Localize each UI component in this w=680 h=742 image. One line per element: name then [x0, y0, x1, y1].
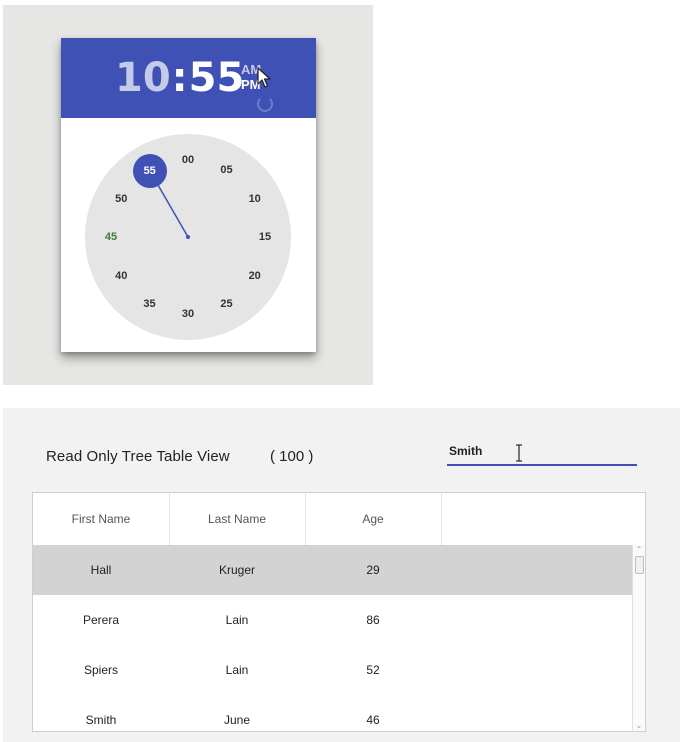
cell-first-name: Perera [82, 613, 120, 627]
table-header-row: First Name Last Name Age [33, 493, 645, 546]
time-picker-dialog: 10 : 55 AM PM 00 05 10 15 20 25 30 35 40… [61, 38, 316, 352]
dial-label-15[interactable]: 15 [252, 229, 278, 245]
scroll-up-arrow-icon[interactable]: ⌃ [633, 545, 645, 555]
text-cursor-icon [516, 444, 522, 462]
hours-display[interactable]: 10 [115, 55, 171, 101]
row-count: ( 100 ) [270, 448, 314, 465]
cell-first-name: Spiers [83, 663, 118, 677]
dial-label-05[interactable]: 05 [214, 162, 240, 178]
scrollbar-thumb[interactable] [635, 556, 644, 574]
cell-age: 86 [366, 613, 380, 627]
dial-label-50[interactable]: 50 [108, 191, 134, 207]
dial-label-55[interactable]: 55 [137, 163, 163, 179]
column-header-age[interactable]: Age [305, 493, 442, 545]
table-title: Read Only Tree Table View [46, 448, 230, 465]
dial-label-35[interactable]: 35 [137, 296, 163, 312]
time-picker-header: 10 : 55 AM PM [61, 38, 316, 118]
dial-label-30[interactable]: 30 [175, 306, 201, 322]
column-header-last-name[interactable]: Last Name [169, 493, 306, 545]
cell-first-name: Hall [90, 563, 112, 577]
cell-last-name: Lain [225, 613, 249, 627]
tree-table-panel: Read Only Tree Table View ( 100 ) First … [3, 408, 680, 742]
table-row[interactable]: Perera Lain 86 [33, 595, 633, 645]
dial-label-00[interactable]: 00 [175, 152, 201, 168]
cell-last-name: June [223, 713, 251, 727]
dial-label-20[interactable]: 20 [242, 268, 268, 284]
minutes-display[interactable]: 55 [189, 55, 245, 101]
cell-age: 52 [366, 663, 380, 677]
cell-first-name: Smith [85, 713, 117, 727]
time-separator: : [171, 55, 188, 101]
time-picker-panel: 10 : 55 AM PM 00 05 10 15 20 25 30 35 40… [3, 5, 373, 385]
table-row[interactable]: Spiers Lain 52 [33, 645, 633, 695]
tree-table: First Name Last Name Age Hall Kruger 29 … [32, 492, 646, 732]
cell-last-name: Kruger [218, 563, 256, 577]
dial-label-25[interactable]: 25 [214, 296, 240, 312]
scroll-down-arrow-icon[interactable]: ⌄ [633, 721, 645, 731]
table-row[interactable]: Hall Kruger 29 [33, 545, 633, 595]
cell-last-name: Lain [225, 663, 249, 677]
time-display: 10 : 55 [115, 55, 244, 101]
loading-spinner-icon [257, 96, 273, 112]
mouse-pointer-icon [257, 67, 271, 88]
cell-age: 46 [366, 713, 380, 727]
clock-dial[interactable]: 00 05 10 15 20 25 30 35 40 45 50 55 [85, 134, 291, 340]
vertical-scrollbar[interactable]: ⌃ ⌄ [632, 545, 645, 731]
cell-age: 29 [366, 563, 380, 577]
table-row[interactable]: Smith June 46 [33, 695, 633, 731]
dial-label-40[interactable]: 40 [108, 268, 134, 284]
column-header-empty [441, 493, 645, 545]
dial-label-10[interactable]: 10 [242, 191, 268, 207]
search-input[interactable] [447, 438, 637, 466]
dial-label-45[interactable]: 45 [98, 229, 124, 245]
column-header-first-name[interactable]: First Name [33, 493, 170, 545]
